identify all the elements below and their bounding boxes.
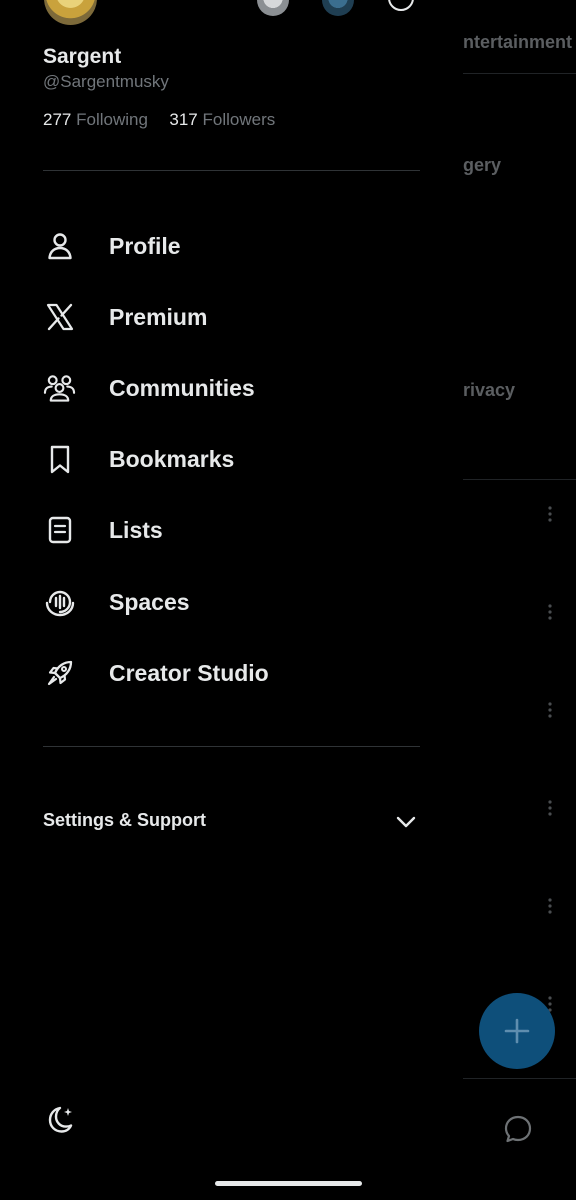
menu-item-lists[interactable]: Lists bbox=[0, 498, 432, 562]
menu-item-label: Creator Studio bbox=[109, 659, 269, 686]
background-text-fragment: rivacy bbox=[463, 380, 516, 400]
moon-icon[interactable] bbox=[44, 1104, 76, 1136]
avatar[interactable] bbox=[44, 0, 97, 25]
following-label: Following bbox=[76, 110, 148, 129]
rocket-icon bbox=[43, 657, 76, 690]
more-dots-icon bbox=[548, 702, 552, 718]
menu-item-label: Spaces bbox=[109, 588, 190, 615]
list-icon bbox=[43, 514, 76, 547]
followers-link[interactable]: 317 Followers bbox=[169, 110, 275, 129]
menu-item-label: Premium bbox=[109, 303, 208, 330]
home-indicator[interactable] bbox=[215, 1181, 362, 1186]
chevron-down-icon bbox=[396, 816, 416, 828]
divider bbox=[43, 746, 420, 747]
menu-item-label: Profile bbox=[109, 232, 181, 259]
divider bbox=[43, 170, 420, 171]
background-tab-fragment: ntertainment bbox=[463, 32, 573, 52]
navigation-drawer: Sargent @Sargentmusky 277 Following 317 … bbox=[0, 0, 432, 1200]
spaces-icon bbox=[43, 586, 76, 619]
background-text-fragment: gery bbox=[463, 155, 502, 175]
menu-item-profile[interactable]: Profile bbox=[0, 214, 432, 278]
x-logo-icon bbox=[43, 301, 76, 334]
chat-bubble-icon bbox=[504, 1115, 532, 1143]
menu-item-spaces[interactable]: Spaces bbox=[0, 570, 432, 634]
plus-icon bbox=[504, 1018, 530, 1044]
background-divider bbox=[463, 73, 576, 74]
more-dots-icon bbox=[548, 898, 552, 914]
more-dots-icon bbox=[548, 604, 552, 620]
menu-item-bookmarks[interactable]: Bookmarks bbox=[0, 427, 432, 491]
menu-item-premium[interactable]: Premium bbox=[0, 285, 432, 349]
menu-item-label: Communities bbox=[109, 374, 255, 401]
other-account-avatar[interactable] bbox=[322, 0, 354, 16]
display-name[interactable]: Sargent bbox=[43, 45, 121, 69]
menu-item-communities[interactable]: Communities bbox=[0, 356, 432, 420]
more-accounts-icon[interactable] bbox=[388, 0, 414, 11]
settings-and-support-label: Settings & Support bbox=[43, 810, 206, 830]
following-count: 277 bbox=[43, 110, 72, 129]
followers-count: 317 bbox=[169, 110, 198, 129]
menu-item-label: Bookmarks bbox=[109, 445, 235, 472]
user-handle: @Sargentmusky bbox=[43, 72, 169, 91]
settings-and-support-toggle[interactable]: Settings & Support bbox=[0, 800, 432, 844]
follow-stats: 277 Following 317 Followers bbox=[43, 110, 275, 130]
person-icon bbox=[43, 230, 76, 263]
menu-item-label: Lists bbox=[109, 516, 163, 543]
followers-label: Followers bbox=[202, 110, 276, 129]
other-account-avatar[interactable] bbox=[257, 0, 289, 16]
bookmark-icon bbox=[43, 443, 76, 476]
more-dots-icon bbox=[548, 506, 552, 522]
more-dots-icon bbox=[548, 800, 552, 816]
communities-icon bbox=[43, 372, 76, 405]
following-link[interactable]: 277 Following bbox=[43, 110, 153, 129]
compose-fab[interactable] bbox=[479, 993, 555, 1069]
background-divider bbox=[463, 1078, 576, 1079]
menu-item-creator-studio[interactable]: Creator Studio bbox=[0, 641, 432, 705]
background-divider bbox=[463, 479, 576, 480]
